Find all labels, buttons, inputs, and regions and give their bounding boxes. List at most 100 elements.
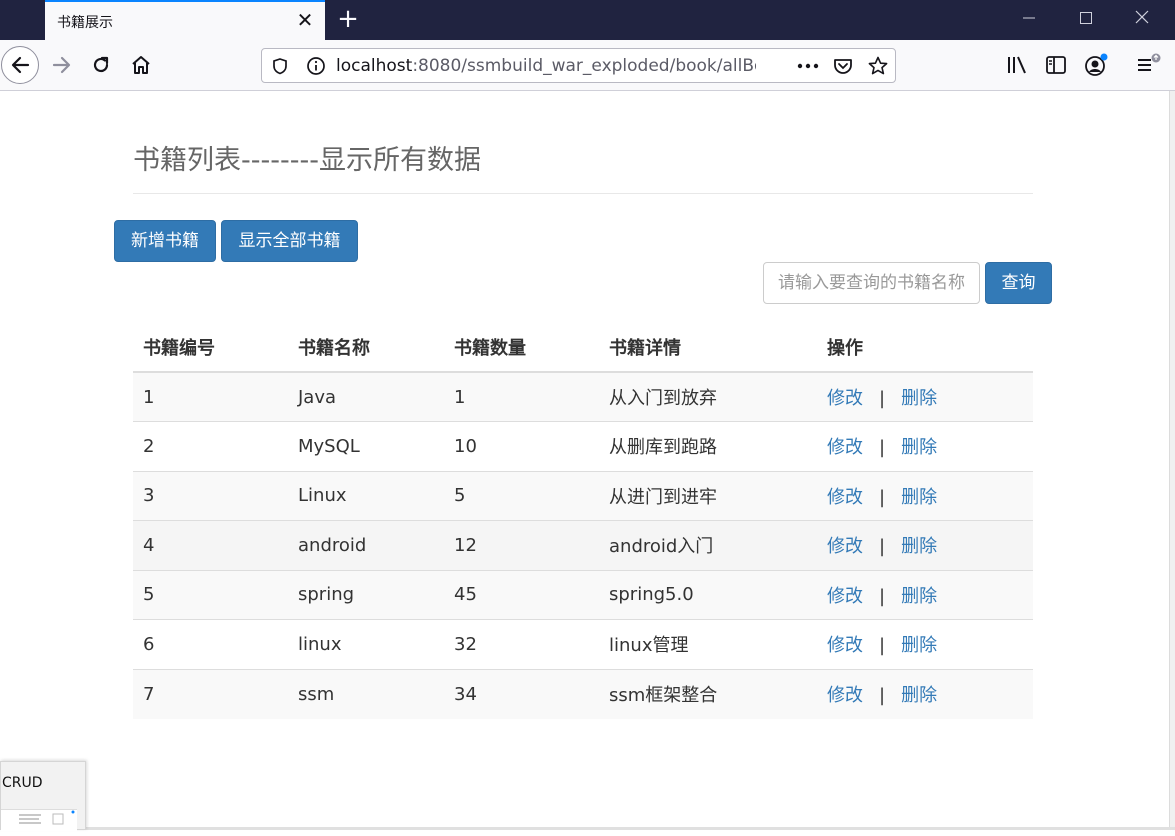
cell-book-name: Java bbox=[288, 371, 444, 422]
action-separator: | bbox=[879, 585, 886, 607]
delete-link[interactable]: 删除 bbox=[901, 536, 937, 557]
cell-book-id: 4 bbox=[133, 520, 288, 570]
url-host: localhost bbox=[336, 56, 413, 76]
cell-book-detail: 从入门到放弃 bbox=[599, 371, 817, 422]
cell-book-id: 3 bbox=[133, 470, 288, 521]
taskbar-preview-thumbnail bbox=[1, 809, 77, 831]
action-separator: | bbox=[879, 437, 886, 459]
action-separator: | bbox=[879, 635, 886, 657]
window-close-icon[interactable] bbox=[1119, 0, 1165, 40]
cell-book-detail: ssm框架整合 bbox=[599, 668, 817, 719]
cell-book-name: Linux bbox=[288, 470, 444, 521]
pocket-icon[interactable] bbox=[831, 54, 855, 78]
cell-book-detail: 从进门到进牢 bbox=[599, 470, 817, 521]
sidebar-icon[interactable] bbox=[1039, 48, 1073, 82]
home-icon bbox=[132, 56, 150, 74]
table-row: 7 ssm 34 ssm框架整合 修改 | 删除 bbox=[133, 668, 1033, 719]
cell-book-id: 6 bbox=[133, 619, 288, 669]
book-table: 书籍编号 书籍名称 书籍数量 书籍详情 操作 1 Java 1 从入门到放弃 修… bbox=[133, 322, 1033, 719]
cell-actions: 修改 | 删除 bbox=[817, 371, 1033, 422]
delete-link[interactable]: 删除 bbox=[901, 685, 937, 706]
table-row: 1 Java 1 从入门到放弃 修改 | 删除 bbox=[133, 371, 1033, 422]
action-separator: | bbox=[879, 388, 886, 409]
url-path: :8080/ssmbuild_war_exploded/book/allBo bbox=[412, 56, 756, 76]
header-book-name: 书籍名称 bbox=[288, 322, 444, 373]
reload-button[interactable] bbox=[84, 48, 118, 82]
delete-link[interactable]: 删除 bbox=[901, 635, 937, 656]
shield-icon[interactable] bbox=[268, 54, 292, 78]
url-text[interactable]: localhost:8080/ssmbuild_war_exploded/boo… bbox=[336, 56, 756, 76]
cell-book-id: 1 bbox=[133, 371, 288, 422]
cell-book-detail: spring5.0 bbox=[599, 569, 817, 620]
cell-book-count: 32 bbox=[444, 619, 599, 669]
more-actions-icon[interactable] bbox=[796, 54, 820, 78]
header-book-id: 书籍编号 bbox=[133, 322, 288, 373]
cell-book-detail: android入门 bbox=[599, 520, 817, 570]
account-icon[interactable] bbox=[1079, 48, 1113, 82]
header-actions: 操作 bbox=[817, 322, 1033, 373]
forward-button[interactable] bbox=[45, 48, 79, 82]
library-icon[interactable] bbox=[1000, 48, 1034, 82]
cell-actions: 修改 | 删除 bbox=[817, 619, 1033, 669]
info-icon[interactable] bbox=[304, 54, 328, 78]
tab-close-icon[interactable]: ✕ bbox=[293, 8, 317, 32]
edit-link[interactable]: 修改 bbox=[827, 635, 863, 656]
header-book-count: 书籍数量 bbox=[444, 322, 599, 373]
delete-link[interactable]: 删除 bbox=[901, 586, 937, 607]
edit-link[interactable]: 修改 bbox=[827, 586, 863, 607]
edit-link[interactable]: 修改 bbox=[827, 536, 863, 557]
cell-book-id: 2 bbox=[133, 421, 288, 471]
delete-link[interactable]: 删除 bbox=[901, 388, 937, 409]
cell-book-name: spring bbox=[288, 569, 444, 620]
url-bar[interactable]: localhost:8080/ssmbuild_war_exploded/boo… bbox=[261, 48, 896, 83]
page-title: 书籍列表--------显示所有数据 bbox=[133, 145, 481, 176]
back-button[interactable] bbox=[1, 46, 39, 84]
edit-link[interactable]: 修改 bbox=[827, 487, 863, 508]
delete-link[interactable]: 删除 bbox=[901, 437, 937, 458]
cell-actions: 修改 | 删除 bbox=[817, 569, 1033, 620]
show-all-books-button[interactable]: 显示全部书籍 bbox=[221, 220, 358, 262]
table-header-row: 书籍编号 书籍名称 书籍数量 书籍详情 操作 bbox=[133, 322, 1033, 373]
new-tab-button[interactable]: + bbox=[334, 4, 362, 34]
cell-book-count: 5 bbox=[444, 470, 599, 521]
taskbar-preview[interactable]: CRUD bbox=[0, 761, 86, 831]
cell-book-count: 10 bbox=[444, 421, 599, 471]
minimize-icon[interactable] bbox=[1006, 0, 1052, 40]
cell-book-detail: 从删库到跑路 bbox=[599, 421, 817, 471]
cell-book-name: android bbox=[288, 520, 444, 570]
tab-book-display[interactable]: 书籍展示 ✕ bbox=[45, 0, 325, 40]
add-book-button[interactable]: 新增书籍 bbox=[114, 220, 216, 262]
cell-book-id: 5 bbox=[133, 569, 288, 620]
tab-title: 书籍展示 bbox=[57, 15, 113, 31]
menu-icon[interactable] bbox=[1131, 48, 1165, 82]
cell-book-name: MySQL bbox=[288, 421, 444, 471]
cell-actions: 修改 | 删除 bbox=[817, 470, 1033, 521]
navigation-toolbar: localhost:8080/ssmbuild_war_exploded/boo… bbox=[0, 40, 1175, 91]
taskbar-preview-label: CRUD bbox=[2, 775, 43, 791]
edit-link[interactable]: 修改 bbox=[827, 388, 863, 409]
cell-book-detail: linux管理 bbox=[599, 619, 817, 669]
table-row: 5 spring 45 spring5.0 修改 | 删除 bbox=[133, 569, 1033, 620]
search-button[interactable]: 查询 bbox=[985, 262, 1052, 304]
edit-link[interactable]: 修改 bbox=[827, 437, 863, 458]
forward-arrow-icon bbox=[52, 56, 71, 74]
cell-book-name: ssm bbox=[288, 668, 444, 719]
edit-link[interactable]: 修改 bbox=[827, 685, 863, 706]
action-separator: | bbox=[879, 685, 886, 706]
back-arrow-icon bbox=[11, 56, 30, 74]
cell-actions: 修改 | 删除 bbox=[817, 421, 1033, 471]
cell-actions: 修改 | 删除 bbox=[817, 668, 1033, 719]
reload-icon bbox=[93, 56, 109, 73]
bookmark-star-icon[interactable] bbox=[866, 54, 890, 78]
cell-book-count: 34 bbox=[444, 668, 599, 719]
table-row: 4 android 12 android入门 修改 | 删除 bbox=[133, 520, 1033, 570]
search-input[interactable] bbox=[763, 262, 980, 304]
cell-book-count: 45 bbox=[444, 569, 599, 620]
table-row: 2 MySQL 10 从删库到跑路 修改 | 删除 bbox=[133, 421, 1033, 471]
delete-link[interactable]: 删除 bbox=[901, 487, 937, 508]
home-button[interactable] bbox=[124, 48, 158, 82]
tab-strip: 书籍展示 ✕ + bbox=[0, 0, 1175, 40]
title-divider bbox=[133, 193, 1033, 194]
maximize-icon[interactable] bbox=[1063, 0, 1109, 40]
cell-book-name: linux bbox=[288, 619, 444, 669]
